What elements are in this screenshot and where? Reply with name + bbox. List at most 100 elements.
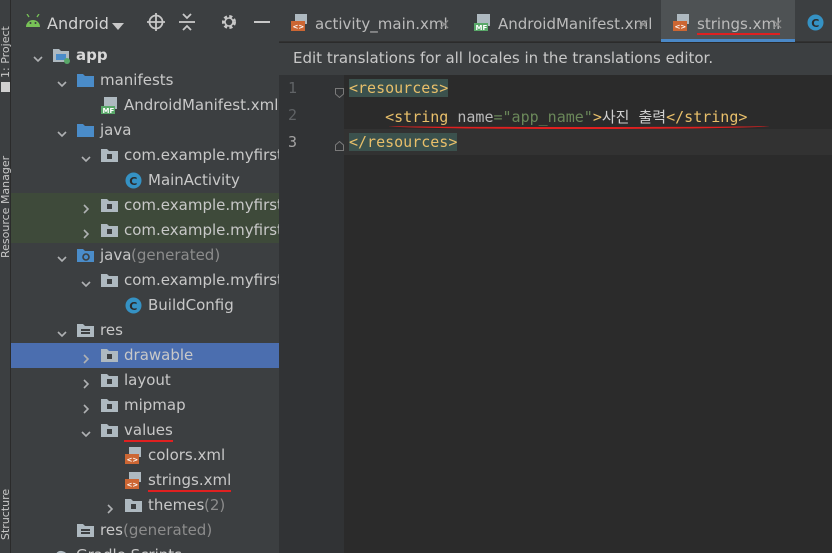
project-panel: Android app manifests MF AndroidManifest.xm… [11,0,279,553]
tree-item-label: res [100,521,123,539]
close-icon[interactable]: × [438,15,451,33]
svg-text:<>: <> [675,23,687,31]
editor-tab[interactable]: <> strings.xml × [661,0,795,42]
tree-item[interactable]: res [11,318,279,343]
tree-item-label: values [124,421,173,442]
package-icon [101,272,118,289]
fold-marker-icon[interactable] [335,84,344,99]
project-tree: app manifests MF AndroidManifest.xml java com… [11,43,279,553]
tree-item[interactable]: app [11,43,279,68]
code-line-1: <resources> [349,79,449,97]
chevron-down-icon[interactable] [81,425,91,438]
tree-item[interactable]: <> strings.xml [11,468,279,493]
code-line-3: </resources> [349,133,458,151]
tree-item[interactable]: drawable [11,343,279,368]
tree-item-label: strings.xml [148,471,232,492]
project-tab-marker [1,82,10,92]
tree-item[interactable]: values [11,418,279,443]
tree-item[interactable]: res (generated) [11,518,279,543]
tree-item-secondary: (2) [204,496,226,514]
tree-item[interactable]: java (generated) [11,243,279,268]
tree-item-label: com.example.myfirstwork [124,146,279,164]
package-icon [101,422,118,439]
tree-item-label: mipmap [124,396,186,414]
annotation-underline [389,123,769,129]
tree-item-label: MainActivity [148,171,240,189]
editor-tab[interactable]: C [795,0,832,42]
project-view-selector[interactable]: Android [47,14,109,33]
collapse-all-icon[interactable] [178,13,196,35]
translations-banner[interactable]: Edit translations for all locales in the… [279,43,832,75]
locate-file-icon[interactable] [147,13,165,35]
tag-open-resources: <resources> [349,79,449,97]
package-icon [101,347,118,364]
code-editor[interactable]: <resources> <string name="app_name">사진 출… [344,75,832,553]
tree-item[interactable]: MF AndroidManifest.xml [11,93,279,118]
tree-item-label: com.example.myfirstwork ( [124,196,279,214]
tree-item-label: com.example.myfirstwork [124,271,279,289]
minimize-icon[interactable] [254,21,270,23]
chevron-down-icon[interactable] [81,275,91,288]
chevron-right-icon[interactable] [81,225,91,239]
tree-item[interactable]: <> colors.xml [11,443,279,468]
tree-item[interactable]: mipmap [11,393,279,418]
line-number-gutter: 1 2 3 [279,75,344,553]
svg-text:C: C [129,175,137,188]
close-icon[interactable]: × [771,15,784,33]
line-number: 1 [288,79,298,97]
line-number: 3 [288,133,298,151]
chevron-right-icon[interactable] [81,350,91,364]
xml-icon: <> [125,447,142,464]
tree-item-label: BuildConfig [148,296,234,314]
tree-item[interactable]: java [11,118,279,143]
tree-item-label: drawable [124,346,194,364]
gradle-icon [53,547,70,553]
tree-item[interactable]: com.example.myfirstwork [11,143,279,168]
line-number: 2 [288,106,298,124]
tree-item-label: com.example.myfirstwork ( [124,221,279,239]
tree-item[interactable]: Gradle Scripts [11,543,279,553]
close-icon[interactable]: × [637,15,650,33]
tree-item[interactable]: com.example.myfirstwork ( [11,218,279,243]
chevron-right-icon[interactable] [81,200,91,214]
tree-item[interactable]: com.example.myfirstwork ( [11,193,279,218]
tree-item-label: AndroidManifest.xml [124,96,279,114]
package-icon [101,222,118,239]
editor-tab[interactable]: MF AndroidManifest.xml × [462,0,661,42]
tree-item-label: themes [148,496,205,514]
chevron-down-icon[interactable] [57,325,67,338]
package-icon [101,397,118,414]
editor-tab[interactable]: <> activity_main.xml × [279,0,462,42]
editor-tab-label: activity_main.xml [315,15,448,33]
chevron-down-icon[interactable] [81,150,91,163]
package-icon [101,372,118,389]
xml-icon: <> [673,14,691,35]
tree-item-secondary: (generated) [123,521,213,539]
chevron-right-icon[interactable] [81,400,91,414]
svg-text:<>: <> [293,23,305,31]
tree-item[interactable]: themes (2) [11,493,279,518]
tree-item[interactable]: manifests [11,68,279,93]
module-icon [53,47,70,64]
chevron-down-icon[interactable] [57,125,67,138]
svg-text:<>: <> [127,481,139,489]
tool-window-strip: 1: Project Resource Manager Structure [0,0,12,553]
chevron-down-icon[interactable] [57,75,67,88]
tree-item-label: layout [124,371,171,389]
chevron-right-icon[interactable] [105,500,115,514]
chevron-right-icon[interactable] [81,375,91,389]
svg-text:MF: MF [103,107,115,114]
fold-marker-icon[interactable] [335,137,344,151]
tree-item[interactable]: C MainActivity [11,168,279,193]
chevron-down-icon[interactable] [57,250,67,263]
chevron-down-icon[interactable] [112,17,124,35]
editor-area: <> activity_main.xml × MF AndroidManifest.xm… [279,0,832,553]
class-icon: C [807,14,824,35]
tree-item[interactable]: layout [11,368,279,393]
gear-icon[interactable] [220,13,238,35]
project-panel-header: Android [11,0,279,44]
tree-item[interactable]: com.example.myfirstwork [11,268,279,293]
tree-item-label: res [100,321,123,339]
tree-item[interactable]: C BuildConfig [11,293,279,318]
chevron-down-icon[interactable] [33,50,43,63]
